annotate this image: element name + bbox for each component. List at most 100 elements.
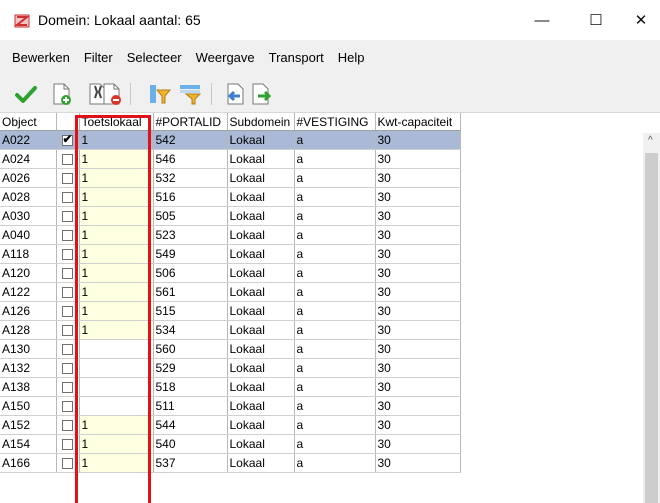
- cell-portalid[interactable]: 516: [153, 187, 228, 207]
- cell-checkbox[interactable]: [56, 149, 80, 169]
- cell-kwt-capaciteit[interactable]: 30: [375, 396, 461, 416]
- cell-kwt-capaciteit[interactable]: 30: [375, 206, 461, 226]
- cell-toetslokaal[interactable]: 1: [79, 130, 154, 150]
- cell-subdomein[interactable]: Lokaal: [227, 396, 295, 416]
- cell-toetslokaal[interactable]: [79, 358, 154, 378]
- cell-kwt-capaciteit[interactable]: 30: [375, 244, 461, 264]
- cell-subdomein[interactable]: Lokaal: [227, 301, 295, 321]
- cell-vestiging[interactable]: a: [294, 282, 376, 302]
- cell-object[interactable]: A126: [0, 301, 57, 321]
- row-checkbox[interactable]: [61, 458, 73, 470]
- row-checkbox[interactable]: [61, 154, 73, 166]
- cell-subdomein[interactable]: Lokaal: [227, 453, 295, 473]
- cell-checkbox[interactable]: [56, 130, 80, 150]
- cell-portalid[interactable]: 534: [153, 320, 228, 340]
- cell-portalid[interactable]: 540: [153, 434, 228, 454]
- table-row[interactable]: A130 560 Lokaal a 30: [0, 339, 461, 359]
- add-document-icon[interactable]: [50, 82, 74, 106]
- column-header-toetslokaal[interactable]: Toetslokaal: [79, 113, 154, 131]
- row-checkbox[interactable]: [61, 230, 73, 242]
- cell-checkbox[interactable]: [56, 377, 80, 397]
- row-checkbox[interactable]: [61, 363, 73, 375]
- row-checkbox[interactable]: [61, 382, 73, 394]
- row-checkbox[interactable]: [61, 306, 73, 318]
- cell-vestiging[interactable]: a: [294, 339, 376, 359]
- cell-vestiging[interactable]: a: [294, 320, 376, 340]
- cell-object[interactable]: A166: [0, 453, 57, 473]
- cell-vestiging[interactable]: a: [294, 187, 376, 207]
- cell-object[interactable]: A024: [0, 149, 57, 169]
- cell-vestiging[interactable]: a: [294, 434, 376, 454]
- filter-icon[interactable]: [148, 82, 172, 106]
- cell-object[interactable]: A122: [0, 282, 57, 302]
- row-checkbox[interactable]: [61, 249, 73, 261]
- cell-kwt-capaciteit[interactable]: 30: [375, 282, 461, 302]
- cell-object[interactable]: A040: [0, 225, 57, 245]
- cell-subdomein[interactable]: Lokaal: [227, 130, 295, 150]
- cell-vestiging[interactable]: a: [294, 377, 376, 397]
- table-row[interactable]: A026 1 532 Lokaal a 30: [0, 168, 461, 188]
- column-header-object[interactable]: Object: [0, 113, 57, 131]
- cell-portalid[interactable]: 537: [153, 453, 228, 473]
- cell-subdomein[interactable]: Lokaal: [227, 149, 295, 169]
- cell-checkbox[interactable]: [56, 225, 80, 245]
- cell-kwt-capaciteit[interactable]: 30: [375, 130, 461, 150]
- cell-checkbox[interactable]: [56, 396, 80, 416]
- menu-filter[interactable]: Filter: [77, 50, 120, 65]
- cell-toetslokaal[interactable]: 1: [79, 282, 154, 302]
- cell-subdomein[interactable]: Lokaal: [227, 415, 295, 435]
- cell-vestiging[interactable]: a: [294, 301, 376, 321]
- cell-vestiging[interactable]: a: [294, 225, 376, 245]
- cell-toetslokaal[interactable]: 1: [79, 225, 154, 245]
- cell-subdomein[interactable]: Lokaal: [227, 320, 295, 340]
- cell-checkbox[interactable]: [56, 453, 80, 473]
- cell-toetslokaal[interactable]: [79, 339, 154, 359]
- column-header-vestiging[interactable]: #VESTIGING: [294, 113, 376, 131]
- import-icon[interactable]: [222, 82, 246, 106]
- table-row[interactable]: A122 1 561 Lokaal a 30: [0, 282, 461, 302]
- cell-subdomein[interactable]: Lokaal: [227, 168, 295, 188]
- cell-checkbox[interactable]: [56, 282, 80, 302]
- cell-object[interactable]: A026: [0, 168, 57, 188]
- cell-vestiging[interactable]: a: [294, 244, 376, 264]
- row-checkbox[interactable]: [61, 211, 73, 223]
- cell-subdomein[interactable]: Lokaal: [227, 263, 295, 283]
- cell-subdomein[interactable]: Lokaal: [227, 225, 295, 245]
- table-row[interactable]: A120 1 506 Lokaal a 30: [0, 263, 461, 283]
- cell-checkbox[interactable]: [56, 339, 80, 359]
- cell-toetslokaal[interactable]: 1: [79, 187, 154, 207]
- menu-weergave[interactable]: Weergave: [189, 50, 262, 65]
- row-checkbox[interactable]: [61, 420, 73, 432]
- table-row[interactable]: A118 1 549 Lokaal a 30: [0, 244, 461, 264]
- cell-portalid[interactable]: 544: [153, 415, 228, 435]
- table-row[interactable]: A154 1 540 Lokaal a 30: [0, 434, 461, 454]
- cell-toetslokaal[interactable]: 1: [79, 320, 154, 340]
- table-row[interactable]: A166 1 537 Lokaal a 30: [0, 453, 461, 473]
- cell-vestiging[interactable]: a: [294, 415, 376, 435]
- cell-vestiging[interactable]: a: [294, 206, 376, 226]
- cell-toetslokaal[interactable]: 1: [79, 168, 154, 188]
- row-checkbox[interactable]: [61, 192, 73, 204]
- menu-bewerken[interactable]: Bewerken: [5, 50, 77, 65]
- column-header-portalid[interactable]: #PORTALID: [153, 113, 228, 131]
- cell-portalid[interactable]: 506: [153, 263, 228, 283]
- cell-toetslokaal[interactable]: 1: [79, 415, 154, 435]
- scroll-up-arrow-icon[interactable]: ^: [648, 135, 653, 146]
- cell-object[interactable]: A150: [0, 396, 57, 416]
- cell-checkbox[interactable]: [56, 358, 80, 378]
- table-row[interactable]: A152 1 544 Lokaal a 30: [0, 415, 461, 435]
- cell-toetslokaal[interactable]: 1: [79, 453, 154, 473]
- row-checkbox[interactable]: [61, 401, 73, 413]
- cell-portalid[interactable]: 511: [153, 396, 228, 416]
- cell-subdomein[interactable]: Lokaal: [227, 206, 295, 226]
- column-header-check[interactable]: [56, 113, 80, 131]
- row-checkbox[interactable]: [61, 268, 73, 280]
- cell-kwt-capaciteit[interactable]: 30: [375, 320, 461, 340]
- cell-vestiging[interactable]: a: [294, 358, 376, 378]
- cell-object[interactable]: A118: [0, 244, 57, 264]
- cell-object[interactable]: A028: [0, 187, 57, 207]
- column-header-kwt-capaciteit[interactable]: Kwt-capaciteit: [375, 113, 461, 131]
- cell-object[interactable]: A130: [0, 339, 57, 359]
- cell-object[interactable]: A030: [0, 206, 57, 226]
- menu-selecteer[interactable]: Selecteer: [120, 50, 189, 65]
